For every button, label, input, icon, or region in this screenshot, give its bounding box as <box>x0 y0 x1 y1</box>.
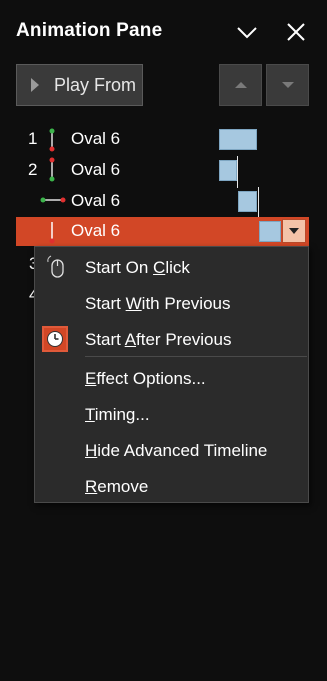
play-from-label: Play From <box>54 74 137 95</box>
play-from-button[interactable]: Play From <box>16 64 143 106</box>
timeline-marker <box>237 156 238 188</box>
menu-item-label: Remove <box>85 477 149 496</box>
animation-name: Oval 6 <box>71 129 121 148</box>
animation-name: Oval 6 <box>71 160 121 179</box>
timeline-bar[interactable] <box>259 221 281 242</box>
timeline-bar[interactable] <box>238 191 257 212</box>
animation-item[interactable]: Oval 6 <box>16 187 309 216</box>
animation-item-selected[interactable]: Oval 6 <box>16 217 309 246</box>
menu-item-hide-advanced-timeline[interactable]: Hide Advanced Timeline <box>35 433 308 467</box>
context-menu: Start On Click Start With Previous Start… <box>34 246 309 503</box>
menu-item-label: Timing... <box>85 405 150 424</box>
timeline-bar[interactable] <box>219 129 257 150</box>
animation-item[interactable]: 2 Oval 6 <box>16 156 309 185</box>
menu-item-start-with-previous[interactable]: Start With Previous <box>35 286 308 320</box>
animation-number: 1 <box>28 129 38 148</box>
play-icon <box>31 78 39 92</box>
menu-item-label: Start On Click <box>85 258 190 277</box>
menu-item-label: Hide Advanced Timeline <box>85 441 268 460</box>
animation-item[interactable]: 1 Oval 6 <box>16 125 309 154</box>
menu-item-remove[interactable]: Remove <box>35 469 308 503</box>
arrow-down-icon <box>281 82 294 88</box>
dropdown-arrow-icon <box>289 228 299 234</box>
menu-item-start-on-click[interactable]: Start On Click <box>35 250 308 284</box>
move-up-button[interactable] <box>219 64 262 106</box>
menu-item-timing[interactable]: Timing... <box>35 397 308 431</box>
animation-name: Oval 6 <box>71 221 121 240</box>
motion-path-icon <box>49 157 55 182</box>
animation-number: 2 <box>28 160 38 179</box>
arrow-up-icon <box>234 82 247 88</box>
timeline-marker <box>258 187 259 217</box>
item-dropdown-button[interactable] <box>282 219 306 243</box>
timeline-bar[interactable] <box>219 160 237 181</box>
mouse-icon <box>42 254 68 280</box>
entrance-motion-icon <box>49 128 55 152</box>
menu-item-start-after-previous[interactable]: Start After Previous <box>35 322 308 356</box>
horizontal-motion-icon <box>40 197 66 203</box>
menu-item-label: Start After Previous <box>85 330 232 349</box>
clock-icon <box>42 326 68 352</box>
move-down-button[interactable] <box>266 64 309 106</box>
menu-item-effect-options[interactable]: Effect Options... <box>35 361 308 395</box>
close-icon[interactable] <box>284 20 308 44</box>
menu-item-label: Effect Options... <box>85 369 206 388</box>
animation-name: Oval 6 <box>71 191 121 210</box>
menu-item-label: Start With Previous <box>85 294 231 313</box>
menu-separator <box>85 356 307 357</box>
pane-title: Animation Pane <box>16 20 163 41</box>
chevron-down-icon[interactable] <box>235 20 259 44</box>
motion-path-icon <box>49 222 55 244</box>
